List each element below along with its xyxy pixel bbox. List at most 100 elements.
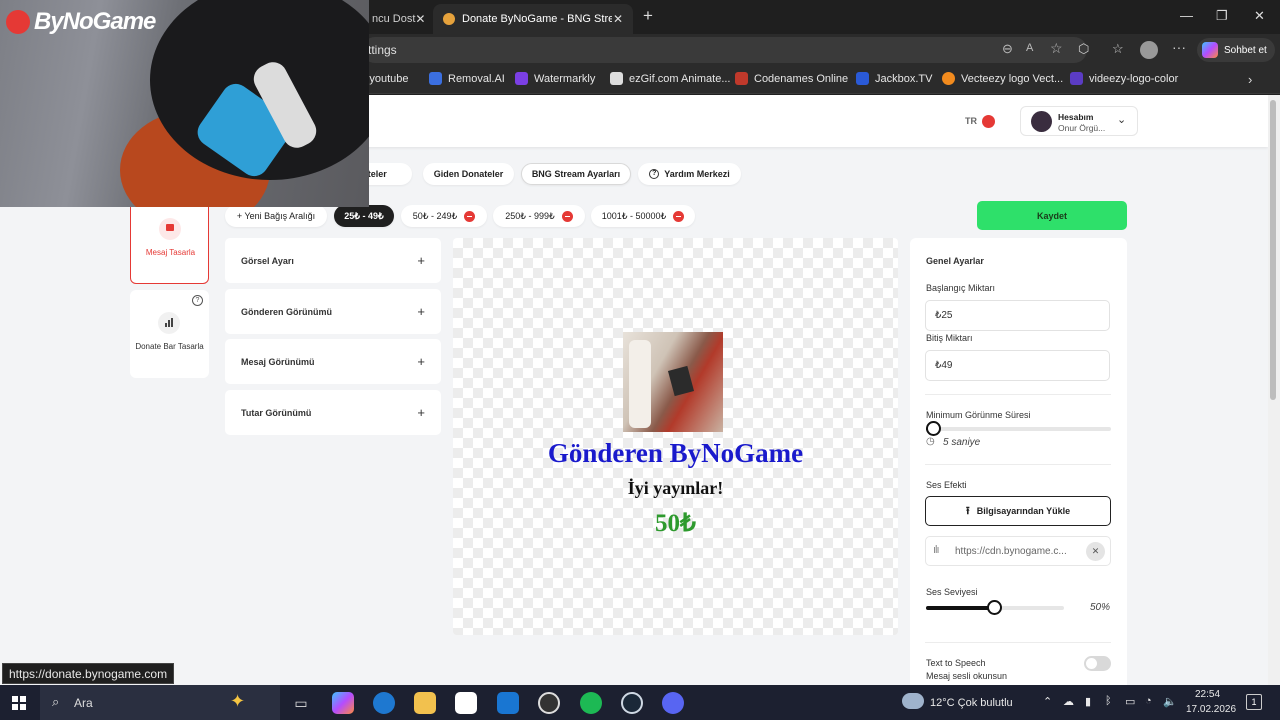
preview-image <box>623 332 723 432</box>
read-aloud-icon[interactable]: A <box>1026 42 1033 54</box>
volume-icon[interactable]: 🔈 <box>1163 695 1177 708</box>
bookmark-item[interactable]: Vecteezy logo Vect... <box>942 72 1063 85</box>
upload-button[interactable]: ⭱ Bilgisayarından Yükle <box>925 496 1111 526</box>
extensions-icon[interactable]: ⬡ <box>1078 41 1089 57</box>
remove-range-icon[interactable] <box>561 210 573 222</box>
bookmark-item[interactable]: videezy-logo-color <box>1070 72 1178 85</box>
edge-browser-icon[interactable] <box>373 692 395 714</box>
clock-date[interactable]: 17.02.2026 <box>1186 704 1236 715</box>
language-label[interactable]: TR <box>965 116 977 126</box>
new-tab-icon[interactable]: + <box>643 6 653 26</box>
windows-start-icon[interactable] <box>12 696 26 710</box>
end-amount-field[interactable]: ₺49 <box>925 350 1110 381</box>
bookmark-item[interactable]: Codenames Online <box>735 72 848 85</box>
end-amount-label: Bitiş Miktarı <box>926 333 973 343</box>
preview-message: İyi yayınlar! <box>627 478 724 498</box>
accordion-mesaj-gorunumu[interactable]: Mesaj Görünümü + <box>225 339 441 384</box>
range-label: 50₺ - 249₺ <box>412 210 458 221</box>
add-range-button[interactable]: + Yeni Bağış Aralığı <box>225 205 327 227</box>
close-tab-icon[interactable]: ✕ <box>613 12 623 26</box>
save-label: Kaydet <box>1036 210 1067 221</box>
tab-giden-donateler[interactable]: Giden Donateler <box>423 163 514 185</box>
outlook-icon[interactable] <box>497 692 519 714</box>
tab-label: ncu Dost <box>372 13 416 25</box>
accordion-gonderen-gorunumu[interactable]: Gönderen Görünümü + <box>225 289 441 334</box>
accordion-tutar-gorunumu[interactable]: Tutar Görünümü + <box>225 390 441 435</box>
slider-handle[interactable] <box>926 421 941 436</box>
tts-toggle[interactable] <box>1084 656 1111 671</box>
tray-chevron-up-icon[interactable]: ⌃ <box>1043 695 1052 708</box>
accordion-gorsel-ayari[interactable]: Görsel Ayarı + <box>225 238 441 283</box>
tab-label: Giden Donateler <box>433 169 504 179</box>
range-pill-selected[interactable]: 25₺ - 49₺ <box>334 205 394 227</box>
bookmark-item[interactable]: ezGif.com Animate... <box>610 72 730 85</box>
bar-chart-icon <box>158 312 180 334</box>
status-url-tooltip: https://donate.bynogame.com <box>2 663 175 684</box>
favorite-star-icon[interactable]: ☆ <box>1050 40 1063 57</box>
browser-tab-active[interactable]: Donate ByNoGame - BNG Stream A ✕ <box>433 4 633 34</box>
close-window-icon[interactable]: ✕ <box>1254 8 1265 24</box>
close-tab-icon[interactable]: ✕ <box>415 12 425 26</box>
remove-range-icon[interactable] <box>673 210 685 222</box>
bookmark-label: Watermarkly <box>534 72 596 85</box>
battery-icon[interactable]: ▮ <box>1085 695 1091 708</box>
start-amount-field[interactable]: ₺25 <box>925 300 1110 331</box>
accordion-label: Görsel Ayarı <box>241 255 294 266</box>
save-button[interactable]: Kaydet <box>977 201 1127 230</box>
url-field[interactable]: ttings ⊖ A ☆ <box>362 37 1087 63</box>
tab-yardim-merkezi[interactable]: ? Yardım Merkezi <box>638 163 741 185</box>
bookmark-item[interactable]: Removal.AI <box>429 72 505 85</box>
clear-sound-icon[interactable]: ✕ <box>1086 542 1105 561</box>
weather-cloud-icon <box>902 693 924 709</box>
remove-range-icon[interactable] <box>464 210 476 222</box>
audio-wave-icon: ılı <box>933 544 939 556</box>
sound-url-text: https://cdn.bynogame.c... <box>955 546 1067 557</box>
nav-mesaj-tasarla[interactable]: Mesaj Tasarla <box>130 195 209 284</box>
microsoft-store-icon[interactable] <box>455 692 477 714</box>
minimize-icon[interactable]: — <box>1180 8 1193 23</box>
spotify-icon[interactable] <box>580 692 602 714</box>
maximize-icon[interactable]: ❐ <box>1216 8 1228 24</box>
more-menu-icon[interactable]: ··· <box>1172 39 1186 55</box>
browser-tab[interactable]: ncu Dost ✕ <box>362 4 432 34</box>
tab-bng-stream-ayarlari[interactable]: BNG Stream Ayarları <box>521 163 631 185</box>
removal-ai-icon <box>429 72 442 85</box>
bookmarks-more-chevron-icon[interactable]: › <box>1248 72 1252 87</box>
wifi-icon[interactable]: ◔ <box>1145 695 1152 707</box>
vecteezy-icon <box>942 72 955 85</box>
bluetooth-icon[interactable]: ᛒ <box>1105 695 1112 707</box>
copilot-button[interactable]: Sohbet et <box>1197 38 1275 62</box>
discord-icon[interactable] <box>662 692 684 714</box>
range-pill[interactable]: 1001₺ - 50000₺ <box>591 205 695 227</box>
volume-slider[interactable] <box>926 600 1064 615</box>
file-explorer-icon[interactable] <box>414 692 436 714</box>
steam-icon[interactable] <box>621 692 643 714</box>
turkey-flag-icon[interactable] <box>982 115 995 128</box>
sound-url-field[interactable]: ılı https://cdn.bynogame.c... ✕ <box>925 536 1111 566</box>
min-duration-slider[interactable] <box>926 421 1111 436</box>
zoom-icon[interactable]: ⊖ <box>1002 41 1013 57</box>
notification-center-icon[interactable]: 1 <box>1246 694 1262 710</box>
range-label: 1001₺ - 50000₺ <box>601 210 667 221</box>
weather-text[interactable]: 12°C Çok bulutlu <box>930 697 1013 709</box>
help-icon[interactable]: ? <box>192 295 203 306</box>
preview-amount: 50₺ <box>453 508 898 538</box>
copilot-app-icon[interactable] <box>332 692 354 714</box>
bookmark-item[interactable]: Watermarkly <box>515 72 595 85</box>
tray-app-icon[interactable]: ☁ <box>1063 695 1074 708</box>
task-view-icon[interactable]: ▭ <box>290 692 312 714</box>
sound-effect-label: Ses Efekti <box>926 480 967 490</box>
scrollbar-thumb[interactable] <box>1270 100 1276 400</box>
range-pill[interactable]: 250₺ - 999₺ <box>493 205 585 227</box>
display-icon[interactable]: ▭ <box>1125 695 1135 708</box>
slider-handle[interactable] <box>987 600 1002 615</box>
account-menu[interactable]: Hesabım Onur Örgü... ⌄ <box>1020 106 1138 136</box>
bookmark-item[interactable]: Jackbox.TV <box>856 72 932 85</box>
clock-app-icon[interactable] <box>538 692 560 714</box>
profile-avatar[interactable] <box>1140 41 1158 59</box>
nav-donate-bar-tasarla[interactable]: ? Donate Bar Tasarla <box>130 290 209 378</box>
favorites-icon[interactable]: ☆ <box>1112 41 1124 57</box>
range-pill[interactable]: 50₺ - 249₺ <box>401 205 487 227</box>
taskbar-search[interactable]: ⌕ Ara ✦ <box>40 685 280 720</box>
clock-time[interactable]: 22:54 <box>1195 689 1220 700</box>
